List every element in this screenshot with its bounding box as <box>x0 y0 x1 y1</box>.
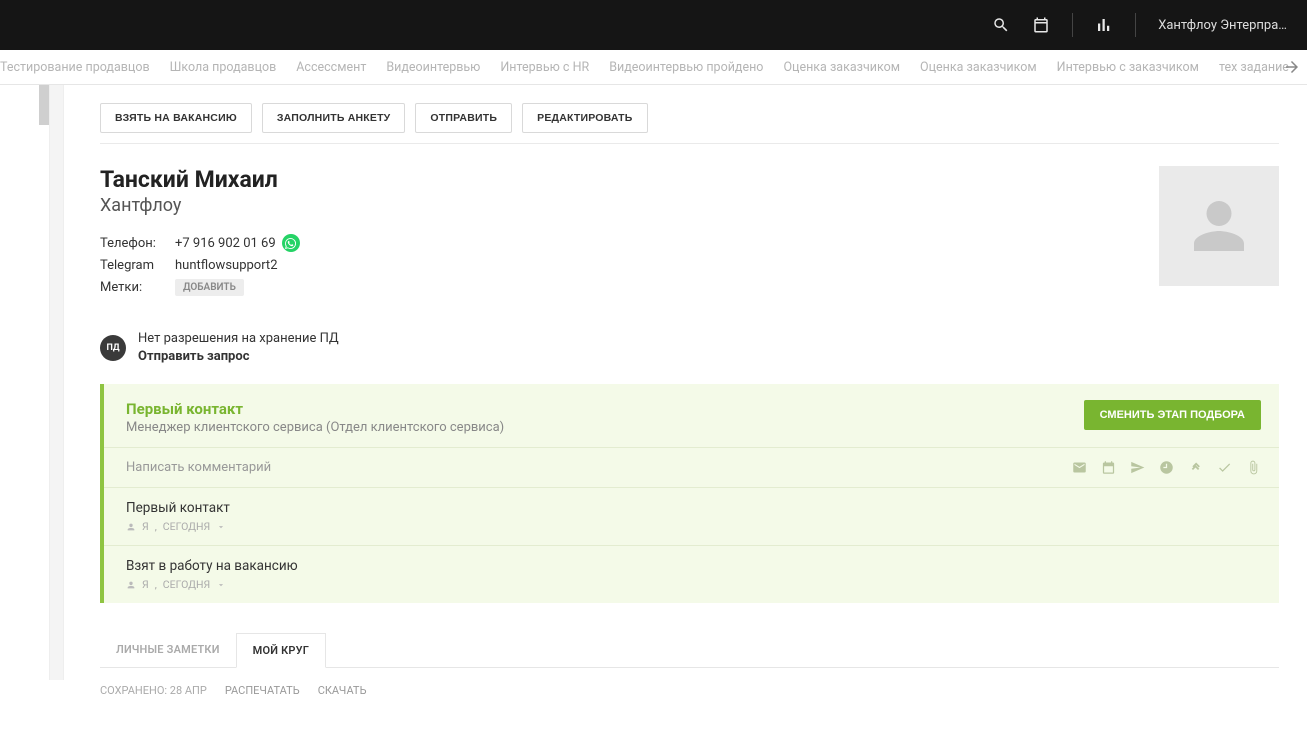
comment-actions <box>1072 460 1261 475</box>
stage-item[interactable]: Ассессмент <box>296 60 366 75</box>
document-tabs: ЛИЧНЫЕ ЗАМЕТКИ МОЙ КРУГ <box>100 633 1279 668</box>
main-content: ВЗЯТЬ НА ВАКАНСИЮ ЗАПОЛНИТЬ АНКЕТУ ОТПРА… <box>64 85 1307 737</box>
mail-icon[interactable] <box>1072 460 1087 475</box>
log-item: Взят в работу на вакансию Я, СЕГОДНЯ <box>104 545 1279 603</box>
calendar-small-icon[interactable] <box>1101 460 1116 475</box>
phone-value: +7 916 902 01 69 <box>175 236 276 251</box>
add-tag-button[interactable]: ДОБАВИТЬ <box>175 279 244 296</box>
stage-item[interactable]: Интервью с заказчиком <box>1057 60 1199 75</box>
saved-date: СОХРАНЕНО: 28 АПР <box>100 684 207 697</box>
pd-permission-row: ПД Нет разрешения на хранение ПД Отправи… <box>100 330 1279 366</box>
chevron-down-icon[interactable] <box>216 522 226 532</box>
log-author: Я <box>142 578 149 591</box>
stage-item[interactable]: Оценка заказчиком <box>920 60 1037 75</box>
stage-item[interactable]: Тестирование продавцов <box>0 60 150 75</box>
tags-label: Метки: <box>100 280 175 295</box>
stage-item[interactable]: Школа продавцов <box>170 60 277 75</box>
log-item: Первый контакт Я, СЕГОДНЯ <box>104 487 1279 545</box>
stage-item[interactable]: Видеоинтервью <box>386 60 480 75</box>
handshake-icon[interactable] <box>1188 460 1203 475</box>
pd-send-request[interactable]: Отправить запрос <box>138 348 339 366</box>
document-meta: СОХРАНЕНО: 28 АПР РАСПЕЧАТАТЬ СКАЧАТЬ <box>100 684 1279 697</box>
person-icon <box>126 580 136 590</box>
download-link[interactable]: СКАЧАТЬ <box>318 684 367 697</box>
stage-item[interactable]: Оценка заказчиком <box>783 60 900 75</box>
check-icon[interactable] <box>1217 460 1232 475</box>
change-stage-button[interactable]: СМЕНИТЬ ЭТАП ПОДБОРА <box>1084 400 1261 430</box>
take-vacancy-button[interactable]: ВЗЯТЬ НА ВАКАНСИЮ <box>100 103 252 133</box>
person-icon <box>126 522 136 532</box>
candidate-company: Хантфлоу <box>100 195 300 216</box>
phone-label: Телефон: <box>100 236 175 251</box>
tab-notes[interactable]: ЛИЧНЫЕ ЗАМЕТКИ <box>100 633 236 667</box>
candidate-name: Танский Михаил <box>100 166 300 193</box>
stage-item[interactable]: Интервью с HR <box>500 60 589 75</box>
print-link[interactable]: РАСПЕЧАТАТЬ <box>225 684 300 697</box>
pd-status-text: Нет разрешения на хранение ПД <box>138 330 339 348</box>
analytics-icon[interactable] <box>1095 16 1113 34</box>
fill-form-button[interactable]: ЗАПОЛНИТЬ АНКЕТУ <box>262 103 406 133</box>
scroll-right-icon[interactable] <box>1283 58 1301 76</box>
stages-bar: Тестирование продавцов Школа продавцов А… <box>0 50 1307 85</box>
stage-subtitle: Менеджер клиентского сервиса (Отдел клие… <box>126 420 504 435</box>
search-icon[interactable] <box>992 16 1010 34</box>
stage-title: Первый контакт <box>126 400 504 418</box>
stage-card: Первый контакт Менеджер клиентского серв… <box>100 384 1279 603</box>
pd-badge: ПД <box>100 335 126 361</box>
left-sidebar <box>0 85 50 680</box>
calendar-icon[interactable] <box>1032 16 1050 34</box>
log-title: Взят в работу на вакансию <box>126 558 1261 574</box>
comment-input[interactable]: Написать комментарий <box>126 460 1072 475</box>
clock-icon[interactable] <box>1159 460 1174 475</box>
send-icon[interactable] <box>1130 460 1145 475</box>
log-title: Первый контакт <box>126 500 1261 516</box>
log-date: СЕГОДНЯ <box>163 520 210 533</box>
topbar: Хантфлоу Энтерпра… <box>0 0 1307 50</box>
stage-item[interactable]: Видеоинтервью пройдено <box>609 60 763 75</box>
chevron-down-icon[interactable] <box>216 580 226 590</box>
whatsapp-icon[interactable] <box>282 234 300 252</box>
log-author: Я <box>142 520 149 533</box>
attachment-icon[interactable] <box>1246 460 1261 475</box>
divider <box>100 143 1279 144</box>
send-button[interactable]: ОТПРАВИТЬ <box>415 103 512 133</box>
avatar-placeholder <box>1159 166 1279 286</box>
telegram-value: huntflowsupport2 <box>175 258 278 273</box>
topbar-divider <box>1072 13 1073 37</box>
edit-button[interactable]: РЕДАКТИРОВАТЬ <box>522 103 647 133</box>
stage-item[interactable]: тех задание <box>1219 60 1289 75</box>
topbar-divider-2 <box>1135 13 1136 37</box>
org-name[interactable]: Хантфлоу Энтерпра… <box>1158 18 1287 33</box>
log-date: СЕГОДНЯ <box>163 578 210 591</box>
action-buttons: ВЗЯТЬ НА ВАКАНСИЮ ЗАПОЛНИТЬ АНКЕТУ ОТПРА… <box>100 103 1279 133</box>
tab-circle[interactable]: МОЙ КРУГ <box>236 633 327 668</box>
telegram-label: Telegram <box>100 258 175 273</box>
scrollbar-track[interactable] <box>50 85 64 680</box>
